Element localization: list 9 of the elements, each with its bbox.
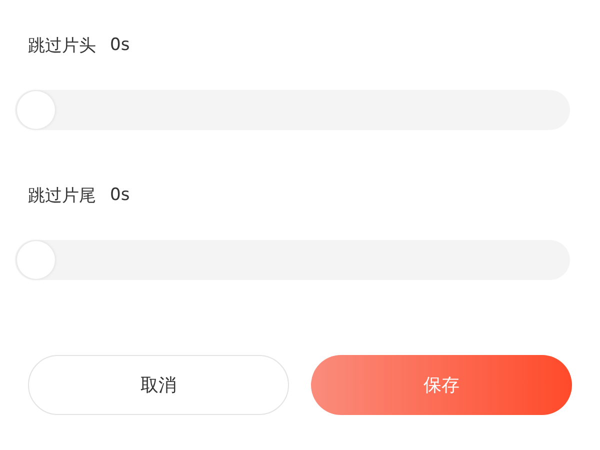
slider-thumb[interactable] — [17, 91, 55, 129]
setting-value: 0s — [110, 35, 130, 55]
setting-value: 0s — [110, 185, 130, 205]
slider-track[interactable] — [15, 240, 570, 280]
slider-thumb[interactable] — [17, 241, 55, 279]
setting-label: 跳过片尾 — [28, 184, 96, 206]
setting-label: 跳过片头 — [28, 34, 96, 56]
cancel-button[interactable]: 取消 — [28, 355, 289, 415]
slider-track[interactable] — [15, 90, 570, 130]
